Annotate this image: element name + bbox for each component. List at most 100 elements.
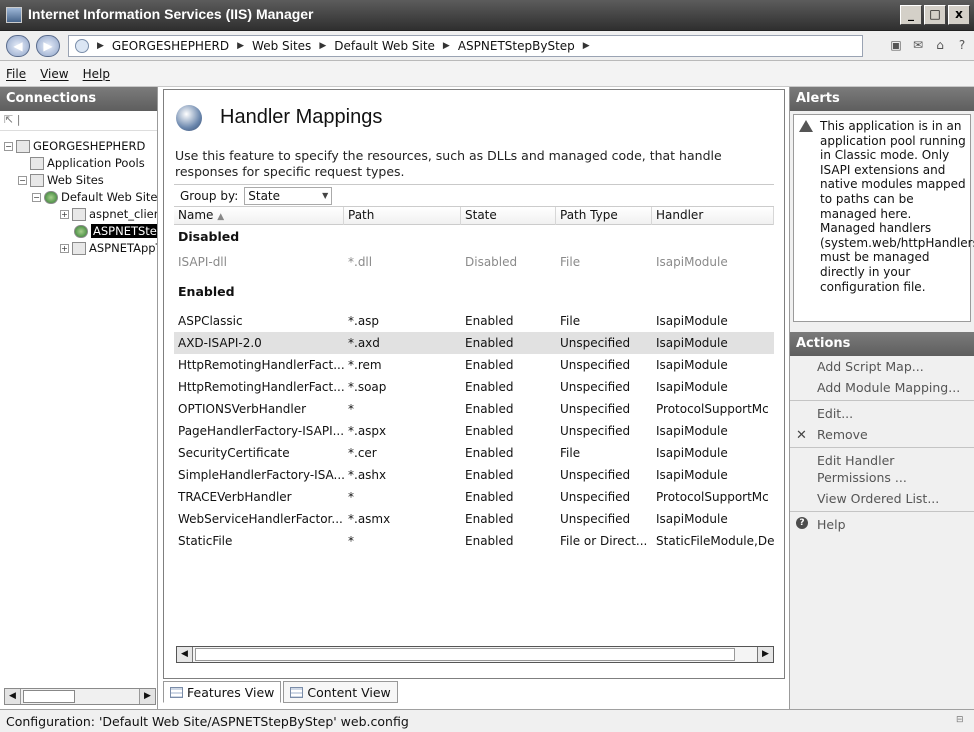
tree-item-label: GEORGESHEPHERD: [33, 139, 146, 153]
table-row[interactable]: OPTIONSVerbHandler * Enabled Unspecified…: [174, 398, 774, 420]
scroll-thumb[interactable]: [23, 690, 75, 703]
grid-horizontal-scrollbar[interactable]: ◀ ▶: [176, 646, 774, 663]
breadcrumb-default-web-site[interactable]: Default Web Site: [334, 39, 435, 53]
table-row[interactable]: HttpRemotingHandlerFact... *.soap Enable…: [174, 376, 774, 398]
tree-item-aspnetstepbystep[interactable]: ASPNETStepByStep: [74, 223, 157, 239]
tab-features-view[interactable]: Features View: [163, 681, 282, 703]
tree-item-web-sites[interactable]: − Web Sites: [18, 172, 104, 188]
table-row[interactable]: HttpRemotingHandlerFact... *.rem Enabled…: [174, 354, 774, 376]
scroll-thumb[interactable]: [195, 648, 735, 661]
breadcrumb-separator-icon: ▶: [237, 41, 245, 51]
cell-name: StaticFile: [178, 534, 233, 548]
breadcrumb-application[interactable]: ASPNETStepByStep: [458, 39, 575, 53]
chevron-down-icon: ▼: [322, 191, 329, 200]
cell-handler: StaticFileModule,De: [656, 534, 774, 548]
tree-item-aspnet-client[interactable]: + aspnet_client: [60, 206, 157, 222]
scroll-left-icon[interactable]: ◀: [177, 647, 193, 662]
right-panel: Alerts This application is in an applica…: [789, 87, 974, 709]
menu-file[interactable]: File: [6, 67, 26, 81]
group-header-enabled[interactable]: Enabled: [174, 281, 774, 303]
alert-message: This application is in an application po…: [793, 114, 974, 322]
menu-view[interactable]: View: [40, 67, 68, 81]
cell-path-type: File or Direct...: [560, 534, 648, 548]
tree-item-server[interactable]: − GEORGESHEPHERD: [4, 138, 145, 154]
features-view-icon: [170, 686, 183, 698]
back-arrow-icon[interactable]: ◀: [6, 35, 30, 57]
action-label: Help: [817, 517, 846, 532]
cell-path: *.aspx: [348, 424, 387, 438]
cell-name: ASPClassic: [178, 314, 243, 328]
edit-handler-permissions-link[interactable]: Edit Handler Permissions ...: [790, 447, 974, 488]
column-header-path-type[interactable]: Path Type: [556, 207, 652, 225]
collapse-icon[interactable]: −: [18, 175, 27, 185]
cell-handler: IsapiModule: [656, 468, 728, 482]
group-header-disabled[interactable]: Disabled: [174, 226, 774, 248]
cell-state: Enabled: [465, 490, 514, 504]
home-icon[interactable]: ⌂: [932, 37, 948, 53]
tree-item-aspnetappthree[interactable]: + ASPNETAppThree: [60, 240, 157, 256]
cell-path: *: [348, 490, 354, 504]
edit-link[interactable]: Edit...: [790, 400, 974, 424]
breadcrumb-separator-icon: ▶: [319, 41, 327, 51]
table-row[interactable]: ASPClassic *.asp Enabled File IsapiModul…: [174, 310, 774, 332]
tab-label: Features View: [187, 684, 275, 700]
forward-arrow-icon[interactable]: ▶: [36, 35, 60, 57]
help-icon[interactable]: ?: [954, 37, 970, 53]
tab-content-view[interactable]: Content View: [283, 681, 398, 703]
tab-label: Content View: [307, 684, 391, 700]
cell-handler: ProtocolSupportMc: [656, 490, 769, 504]
mail-icon[interactable]: ✉: [910, 37, 926, 53]
table-row[interactable]: SecurityCertificate *.cer Enabled File I…: [174, 442, 774, 464]
scroll-right-icon[interactable]: ▶: [139, 689, 155, 704]
group-by-label: Group by:: [180, 188, 239, 203]
help-link[interactable]: ? Help: [790, 511, 974, 535]
group-by-select[interactable]: State ▼: [244, 186, 333, 205]
close-button[interactable]: x: [948, 5, 970, 25]
add-module-mapping-link[interactable]: Add Module Mapping...: [790, 377, 974, 398]
collapse-icon[interactable]: −: [4, 141, 13, 151]
feature-description: Use this feature to specify the resource…: [175, 148, 722, 179]
expand-icon[interactable]: +: [60, 243, 69, 253]
connections-horizontal-scrollbar[interactable]: ◀ ▶: [4, 688, 156, 705]
window-controls: _ □ x: [900, 5, 970, 25]
minimize-button[interactable]: _: [900, 5, 922, 25]
tree-item-default-web-site[interactable]: − Default Web Site: [32, 189, 157, 205]
table-row[interactable]: ISAPI-dll *.dll Disabled File IsapiModul…: [174, 251, 774, 273]
table-row[interactable]: StaticFile * Enabled File or Direct... S…: [174, 530, 774, 552]
breadcrumb-server[interactable]: GEORGESHEPHERD: [112, 39, 229, 53]
menu-help[interactable]: Help: [83, 67, 110, 81]
group-label: Disabled: [178, 229, 240, 244]
column-header-path[interactable]: Path: [344, 207, 461, 225]
folder-icon: [72, 241, 86, 255]
table-row[interactable]: WebServiceHandlerFactor... *.asmx Enable…: [174, 508, 774, 530]
column-header-name[interactable]: Name ▲: [174, 207, 344, 225]
network-icon[interactable]: ▣: [888, 37, 904, 53]
add-script-map-link[interactable]: Add Script Map...: [790, 356, 974, 377]
cell-handler: IsapiModule: [656, 512, 728, 526]
cell-path-type: Unspecified: [560, 336, 631, 350]
scroll-left-icon[interactable]: ◀: [5, 689, 21, 704]
page-title: Handler Mappings: [220, 106, 383, 128]
table-row[interactable]: PageHandlerFactory-ISAPI... *.aspx Enabl…: [174, 420, 774, 442]
collapse-icon[interactable]: −: [32, 192, 41, 202]
cell-path-type: File: [560, 314, 581, 328]
cell-handler: IsapiModule: [656, 424, 728, 438]
address-bar: ◀ ▶ ▶ GEORGESHEPHERD ▶ Web Sites ▶ Defau…: [0, 31, 974, 61]
table-row-selected[interactable]: AXD-ISAPI-2.0 *.axd Enabled Unspecified …: [174, 332, 774, 354]
address-toolbar: ▣ ✉ ⌂ ?: [888, 37, 970, 53]
maximize-button[interactable]: □: [924, 5, 946, 25]
view-ordered-list-link[interactable]: View Ordered List...: [790, 488, 974, 509]
remove-link[interactable]: ✕ Remove: [790, 424, 974, 445]
connect-icon[interactable]: ⇱: [4, 113, 13, 126]
column-header-state[interactable]: State: [461, 207, 556, 225]
cell-name: ISAPI-dll: [178, 255, 227, 269]
column-header-handler[interactable]: Handler: [652, 207, 774, 225]
table-row[interactable]: SimpleHandlerFactory-ISA... *.ashx Enabl…: [174, 464, 774, 486]
breadcrumb-web-sites[interactable]: Web Sites: [252, 39, 311, 53]
breadcrumb[interactable]: ▶ GEORGESHEPHERD ▶ Web Sites ▶ Default W…: [68, 35, 863, 57]
expand-icon[interactable]: +: [60, 209, 69, 219]
help-icon: ?: [796, 517, 808, 529]
scroll-right-icon[interactable]: ▶: [757, 647, 773, 662]
tree-item-application-pools[interactable]: Application Pools: [30, 155, 145, 171]
table-row[interactable]: TRACEVerbHandler * Enabled Unspecified P…: [174, 486, 774, 508]
